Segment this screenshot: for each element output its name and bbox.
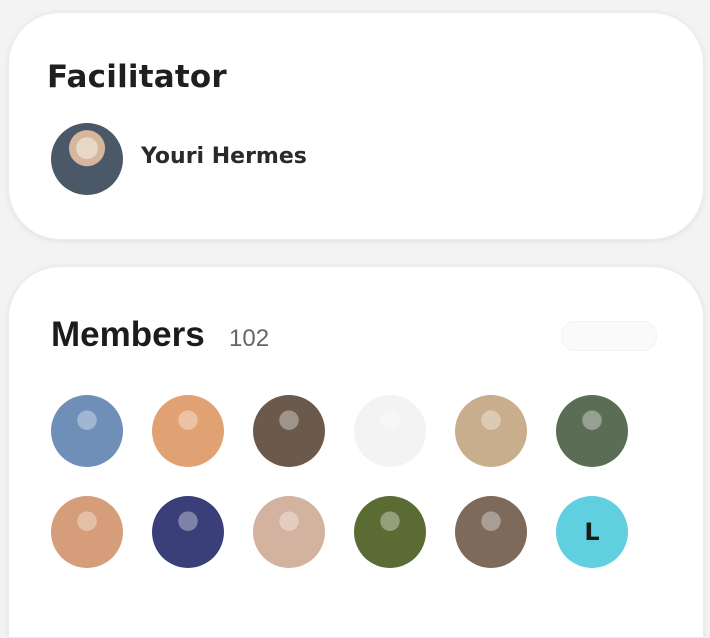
facilitator-card: Facilitator Youri Hermes — [8, 12, 704, 240]
member-initial: L — [584, 518, 600, 546]
members-card: Members 102 L — [8, 266, 704, 638]
facilitator-avatar[interactable] — [51, 123, 123, 195]
members-count: 102 — [229, 325, 270, 352]
member-avatar[interactable] — [354, 496, 426, 568]
member-avatar[interactable] — [354, 395, 426, 467]
member-avatar[interactable] — [152, 395, 224, 467]
members-title: Members — [51, 315, 205, 354]
member-avatar[interactable] — [253, 395, 325, 467]
facilitator-name[interactable]: Youri Hermes — [141, 144, 307, 169]
facilitator-title: Facilitator — [47, 59, 227, 95]
member-avatar[interactable] — [51, 395, 123, 467]
member-avatar[interactable] — [556, 395, 628, 467]
member-avatar[interactable] — [253, 496, 325, 568]
member-initial-avatar[interactable]: L — [556, 496, 628, 568]
member-avatar[interactable] — [51, 496, 123, 568]
members-action-button[interactable] — [561, 321, 657, 351]
member-avatar[interactable] — [455, 496, 527, 568]
member-avatar[interactable] — [152, 496, 224, 568]
member-avatar[interactable] — [455, 395, 527, 467]
